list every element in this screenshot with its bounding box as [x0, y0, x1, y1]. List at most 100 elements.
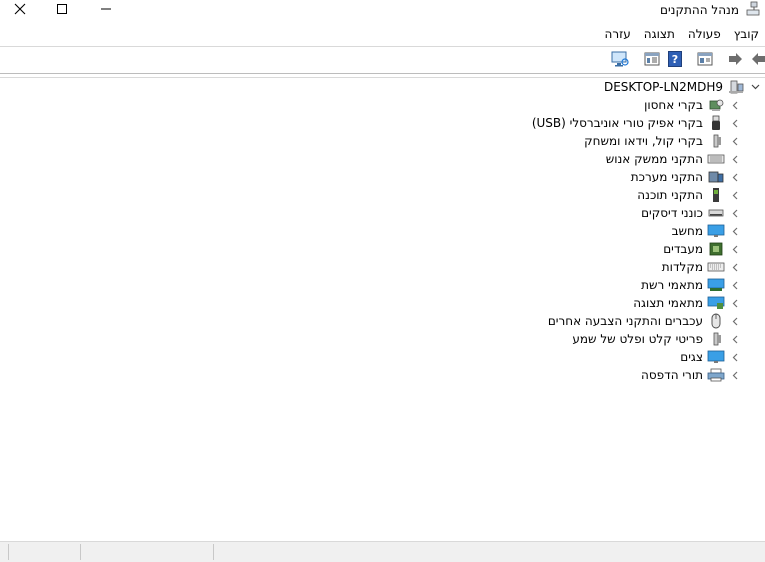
tree-category-label: מעבדים — [663, 242, 703, 256]
chevron-right-icon[interactable] — [727, 240, 743, 258]
tree-category-row[interactable]: בקרי אחסון — [642, 96, 743, 114]
properties-button[interactable] — [696, 51, 714, 69]
status-panel-divider — [213, 544, 214, 560]
chevron-right-icon[interactable] — [727, 204, 743, 222]
tree-category-row[interactable]: פריטי קלט ופלט של שמע — [570, 330, 743, 348]
chevron-right-icon[interactable] — [727, 186, 743, 204]
tree-category-label: מקלדות — [661, 260, 703, 274]
tree-category-label: התקני ממשק אנוש — [605, 152, 703, 166]
tree-category-label: כונני דיסקים — [641, 206, 703, 220]
menu-action[interactable]: פעולה — [681, 27, 727, 41]
scan-hardware-button[interactable] — [611, 51, 629, 69]
computer-icon — [727, 79, 745, 95]
window-title-area: מנהל ההתקנים — [660, 0, 761, 20]
network-adapter-icon — [707, 277, 725, 293]
toolbar: ? — [0, 46, 765, 74]
tree-category-row[interactable]: מעבדים — [661, 240, 743, 258]
chevron-right-icon[interactable] — [727, 96, 743, 114]
chevron-down-icon[interactable] — [747, 78, 763, 96]
maximize-button[interactable] — [42, 0, 82, 20]
chevron-right-icon[interactable] — [727, 258, 743, 276]
minimize-button[interactable] — [86, 0, 126, 20]
tree-category-row[interactable]: מחשב — [670, 222, 743, 240]
tree-category-row[interactable]: בקרי קול, וידאו ומשחק — [582, 132, 743, 150]
close-button[interactable] — [0, 0, 40, 20]
tree-category-label: עכברים והתקני הצבעה אחרים — [547, 314, 703, 328]
status-panel-divider — [80, 544, 81, 560]
keyboard-icon — [707, 259, 725, 275]
chevron-right-icon[interactable] — [727, 366, 743, 384]
audio-io-icon — [707, 331, 725, 347]
device-manager-icon — [745, 1, 761, 20]
tree-category-row[interactable]: תורי הדפסה — [639, 366, 743, 384]
close-icon — [14, 3, 26, 18]
tree-category-label: התקני תוכנה — [637, 188, 703, 202]
back-icon — [750, 52, 765, 69]
speaker-icon — [707, 133, 725, 149]
window-title: מנהל ההתקנים — [660, 3, 739, 17]
menu-file[interactable]: קובץ — [727, 27, 765, 41]
disk-drive-icon — [707, 205, 725, 221]
printer-icon — [707, 367, 725, 383]
minimize-icon — [100, 3, 112, 18]
menu-bar: קובץ פעולה תצוגה עזרה — [0, 24, 765, 44]
menu-view[interactable]: תצוגה — [637, 27, 681, 41]
chevron-right-icon[interactable] — [727, 168, 743, 186]
hid-icon — [707, 151, 725, 167]
tree-category-row[interactable]: כונני דיסקים — [639, 204, 743, 222]
tree-category-label: פריטי קלט ופלט של שמע — [572, 332, 703, 346]
forward-icon — [728, 52, 744, 69]
display-adapter-icon — [707, 295, 725, 311]
scan-hardware-icon — [611, 51, 629, 70]
tree-root[interactable]: DESKTOP-LN2MDH9 — [602, 78, 763, 96]
properties-icon — [697, 52, 713, 69]
mouse-icon — [707, 313, 725, 329]
back-button[interactable] — [749, 51, 765, 69]
chevron-right-icon[interactable] — [727, 276, 743, 294]
tree-category-row[interactable]: מתאמי רשת — [639, 276, 743, 294]
tree-category-label: מחשב — [671, 224, 703, 238]
tree-root-label: DESKTOP-LN2MDH9 — [603, 80, 723, 94]
tree-category-label: מתאמי תצוגה — [633, 296, 703, 310]
chevron-right-icon[interactable] — [727, 114, 743, 132]
tree-category-row[interactable]: התקני ממשק אנוש — [604, 150, 743, 168]
monitor-icon — [707, 349, 725, 365]
chevron-right-icon[interactable] — [727, 150, 743, 168]
properties-pane-icon — [644, 52, 660, 69]
help-button[interactable]: ? — [666, 50, 684, 70]
forward-button[interactable] — [727, 51, 745, 69]
tree-category-row[interactable]: התקני תוכנה — [635, 186, 743, 204]
tree-category-label: מתאמי רשת — [641, 278, 703, 292]
tree-category-row[interactable]: בקרי אפיק טורי אוניברסלי (USB) — [530, 114, 743, 132]
status-bar — [0, 541, 765, 562]
tree-category-row[interactable]: מקלדות — [660, 258, 743, 276]
tree-category-label: בקרי אפיק טורי אוניברסלי (USB) — [531, 116, 703, 130]
storage-controller-icon — [707, 97, 725, 113]
tree-category-row[interactable]: עכברים והתקני הצבעה אחרים — [546, 312, 743, 330]
chevron-right-icon[interactable] — [727, 348, 743, 366]
svg-text:?: ? — [672, 53, 678, 66]
tree-category-row[interactable]: צגים — [678, 348, 743, 366]
status-panel-divider — [8, 544, 9, 560]
chevron-right-icon[interactable] — [727, 222, 743, 240]
menu-help[interactable]: עזרה — [598, 27, 637, 41]
tree-category-label: בקרי קול, וידאו ומשחק — [584, 134, 703, 148]
help-icon: ? — [668, 50, 682, 70]
tree-category-label: בקרי אחסון — [644, 98, 703, 112]
software-device-icon — [707, 187, 725, 203]
chevron-right-icon[interactable] — [727, 132, 743, 150]
device-tree: DESKTOP-LN2MDH9 בקרי אחסון בקרי אפיק טורי… — [0, 77, 765, 538]
title-bar: מנהל ההתקנים — [0, 0, 765, 20]
chevron-right-icon[interactable] — [727, 294, 743, 312]
chevron-right-icon[interactable] — [727, 330, 743, 348]
tree-category-label: צגים — [680, 350, 703, 364]
usb-icon — [707, 115, 725, 131]
processor-icon — [707, 241, 725, 257]
chevron-right-icon[interactable] — [727, 312, 743, 330]
tree-category-row[interactable]: מתאמי תצוגה — [631, 294, 743, 312]
system-device-icon — [707, 169, 725, 185]
tree-category-label: תורי הדפסה — [641, 368, 703, 382]
tree-category-row[interactable]: התקני מערכת — [629, 168, 743, 186]
properties-pane-button[interactable] — [643, 51, 661, 69]
tree-category-label: התקני מערכת — [630, 170, 703, 184]
